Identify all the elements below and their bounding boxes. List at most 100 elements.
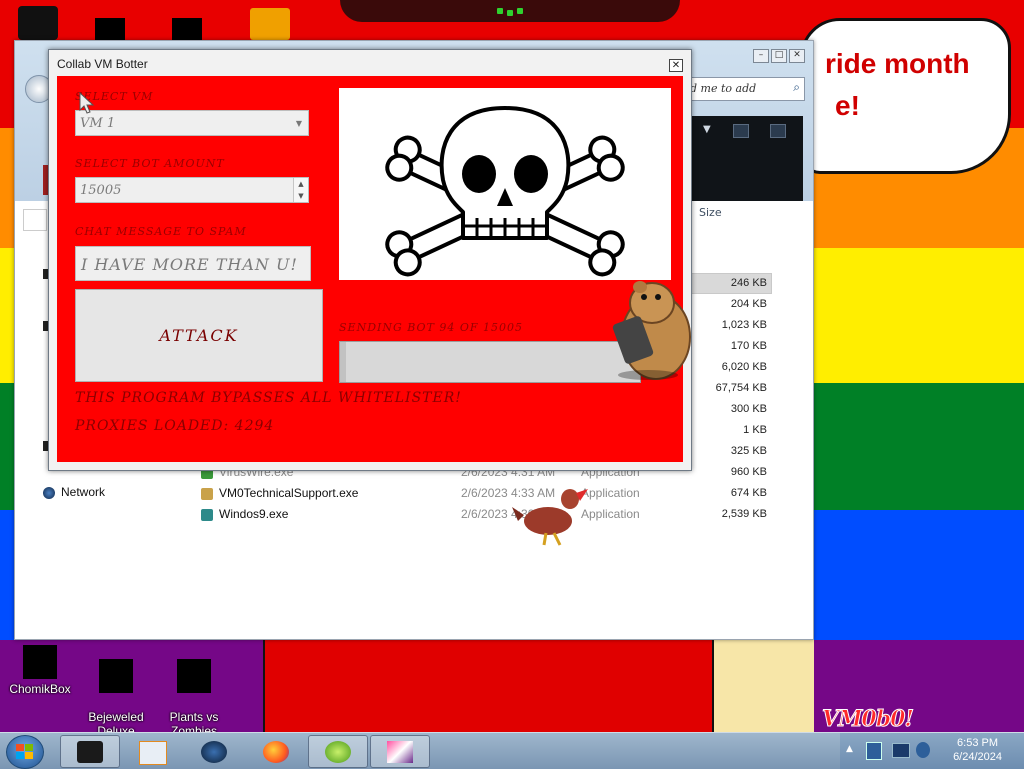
file-row[interactable]: VM0TechnicalSupport.exe xyxy=(201,486,358,500)
nav-item[interactable] xyxy=(23,209,47,231)
spin-buttons: ▲ ▼ xyxy=(293,178,308,202)
file-row[interactable]: Windos9.exe xyxy=(201,507,288,521)
wallpaper-character-hand xyxy=(712,640,814,732)
attack-button[interactable]: ATTACK xyxy=(75,289,323,382)
chevron-down-icon: ▼ xyxy=(295,119,302,128)
nav-network[interactable]: Network xyxy=(43,485,105,499)
size-cell: 674 KB xyxy=(730,487,767,499)
trash-icon[interactable] xyxy=(18,6,58,40)
bot-amount-stepper[interactable]: 15005 ▲ ▼ xyxy=(75,177,309,203)
led-icon xyxy=(507,10,513,16)
action-center-icon[interactable] xyxy=(866,742,882,760)
folder-icon[interactable] xyxy=(250,8,290,40)
skull-image xyxy=(339,88,671,280)
chat-message-label: CHAT MESSAGE TO SPAM xyxy=(75,225,247,238)
close-button[interactable]: ✕ xyxy=(789,49,805,63)
bypass-notice: THIS PROGRAM BYPASSES ALL WHITELISTER! xyxy=(75,390,462,406)
globe-icon xyxy=(201,741,227,763)
desktop-app-icon[interactable] xyxy=(95,18,125,40)
size-cell: 960 KB xyxy=(730,466,767,478)
tray-expand-icon[interactable]: ▲ xyxy=(846,744,853,754)
network-icon xyxy=(43,486,55,499)
spin-up-button[interactable]: ▲ xyxy=(294,178,308,190)
size-cell: 67,754 KB xyxy=(715,382,767,394)
taskbar-app-paint[interactable] xyxy=(370,735,430,768)
close-button[interactable]: ✕ xyxy=(669,59,683,72)
desktop-icon-chomikbox[interactable]: ChomikBox xyxy=(0,645,80,696)
bot-amount-label: SELECT BOT AMOUNT xyxy=(75,157,225,170)
sending-status: SENDING BOT 94 OF 15005 xyxy=(339,321,524,334)
taskbar-app-media[interactable] xyxy=(122,735,182,768)
wallpaper-tag: VM0b0! xyxy=(821,706,914,733)
spin-down-button[interactable]: ▼ xyxy=(294,190,308,202)
proxies-loaded: PROXIES LOADED: 4294 xyxy=(75,418,275,434)
taskbar: ▲ 6:53 PM 6/24/2024 xyxy=(0,732,1024,769)
chevron-down-icon[interactable]: ▼ xyxy=(703,124,711,135)
wallpaper-character-head xyxy=(340,0,680,22)
chat-message-input[interactable]: I HAVE MORE THAN U! xyxy=(75,246,311,281)
window-title: Collab VM Botter xyxy=(57,57,148,71)
explorer-window-controls: – □ ✕ xyxy=(753,49,805,63)
paint-icon xyxy=(387,741,413,763)
bot-amount-value: 15005 xyxy=(80,183,122,198)
speech-bubble: ride month e! xyxy=(800,18,1011,174)
desktop-icon-label: ChomikBox xyxy=(9,682,71,696)
file-name: VM0TechnicalSupport.exe xyxy=(219,486,359,500)
view-icon[interactable] xyxy=(733,124,749,138)
size-cell: 1,023 KB xyxy=(721,319,767,331)
file-name: Windos9.exe xyxy=(219,507,289,521)
search-icon[interactable]: ⌕ xyxy=(793,80,800,95)
vm-select-value: VM 1 xyxy=(80,116,116,131)
taskbar-app-globe[interactable] xyxy=(184,735,244,768)
maximize-button[interactable]: □ xyxy=(771,49,787,63)
column-header-size[interactable]: Size xyxy=(699,206,722,219)
chicken-sprite xyxy=(512,489,588,546)
size-cell: 6,020 KB xyxy=(721,361,767,373)
explorer-search-input[interactable]: d me to add ⌕ xyxy=(685,77,805,101)
volume-icon[interactable] xyxy=(916,742,930,758)
plants-vs-zombies-icon xyxy=(177,659,211,693)
speech-bubble-line2: e! xyxy=(835,90,860,121)
size-cell: 325 KB xyxy=(730,445,767,457)
app-icon xyxy=(201,508,213,521)
size-cell: 170 KB xyxy=(730,340,767,352)
chomikbox-icon xyxy=(23,645,57,679)
taskbar-app-botter[interactable] xyxy=(308,735,368,768)
preview-pane-icon[interactable] xyxy=(770,124,786,138)
lime-app-icon xyxy=(325,741,351,763)
hamster-sprite xyxy=(612,281,691,380)
media-player-icon xyxy=(139,741,167,765)
clock-date: 6/24/2024 xyxy=(953,751,1002,763)
clock-time: 6:53 PM xyxy=(957,737,999,749)
size-cell: 204 KB xyxy=(730,298,767,310)
firefox-icon xyxy=(263,741,289,763)
start-button[interactable] xyxy=(6,735,44,769)
send-progress-bar xyxy=(339,341,641,383)
size-cell: 1 KB xyxy=(743,424,767,436)
size-cell: 246 KB xyxy=(730,277,767,289)
vm-select[interactable]: VM 1 ▼ xyxy=(75,110,309,136)
botter-body: SELECT VM VM 1 ▼ SELECT BOT AMOUNT 15005… xyxy=(57,76,683,462)
led-icon xyxy=(517,8,523,14)
system-tray: ▲ 6:53 PM 6/24/2024 xyxy=(840,733,1024,769)
speech-bubble-line1: ride month xyxy=(825,48,970,79)
progress-fill xyxy=(340,342,346,382)
botter-window[interactable]: Collab VM Botter ✕ SELECT VM VM 1 ▼ SELE… xyxy=(48,49,692,471)
search-placeholder: d me to add xyxy=(690,82,757,95)
led-icon xyxy=(497,8,503,14)
minimize-button[interactable]: – xyxy=(753,49,769,63)
size-cell: 300 KB xyxy=(730,403,767,415)
mouse-cursor-icon xyxy=(79,92,95,114)
explorer-view-strip: ▼ xyxy=(685,116,803,201)
size-cell: 2,539 KB xyxy=(721,508,767,520)
desktop-app-icon[interactable] xyxy=(172,18,202,40)
taskbar-app-firefox[interactable] xyxy=(246,735,306,768)
clock[interactable]: 6:53 PM 6/24/2024 xyxy=(953,736,1002,764)
skull-crossbones-icon xyxy=(385,106,625,277)
bejeweled-icon xyxy=(99,659,133,693)
app-icon xyxy=(201,487,213,500)
taskbar-app-explorer[interactable] xyxy=(60,735,120,768)
monitor-icon xyxy=(77,741,103,763)
network-tray-icon[interactable] xyxy=(892,743,910,758)
nav-network-label: Network xyxy=(61,485,106,499)
